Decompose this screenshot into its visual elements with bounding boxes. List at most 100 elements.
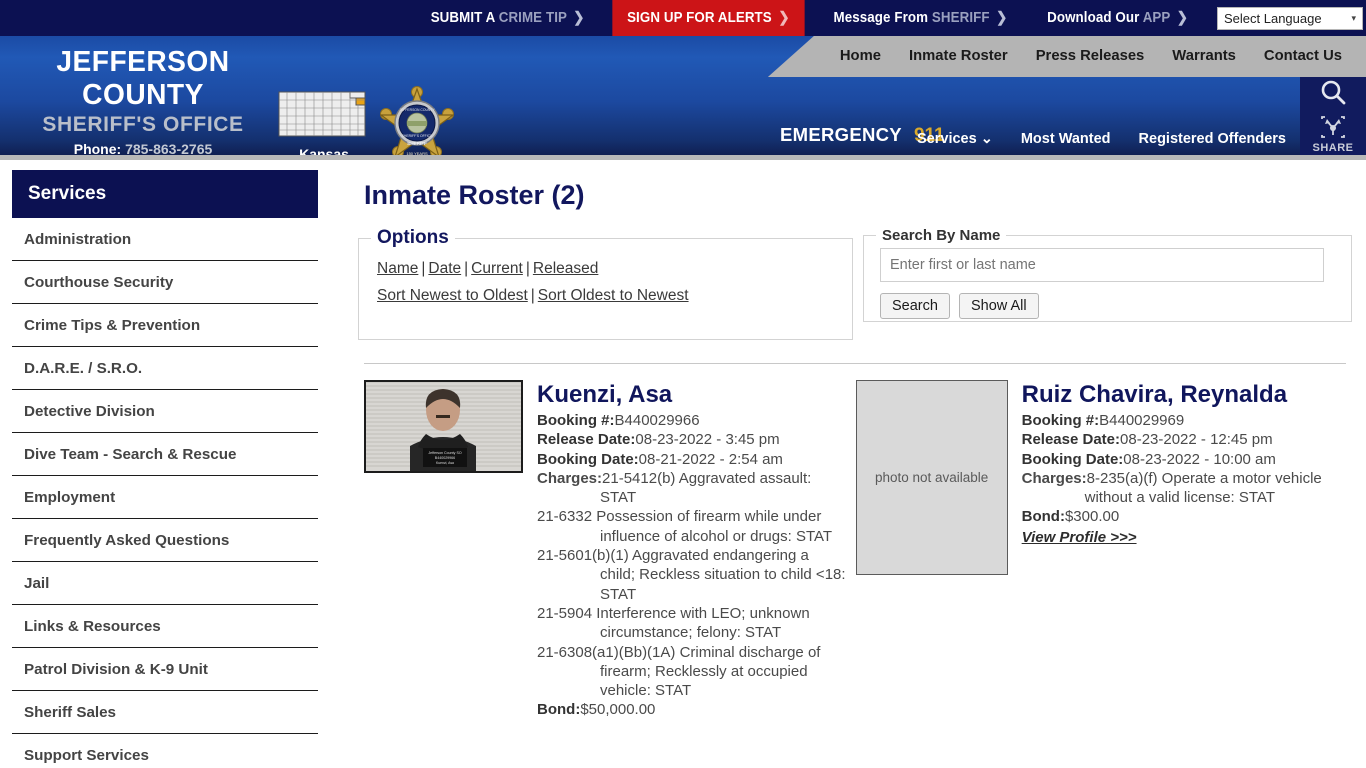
sidebar-item-detective-division[interactable]: Detective Division xyxy=(12,390,318,433)
inmate-charge: 21-5904 Interference with LEO; unknown c… xyxy=(537,604,846,643)
svg-text:B440029966: B440029966 xyxy=(435,456,455,460)
options-row-sorts: Sort Newest to Oldest | Sort Oldest to New… xyxy=(371,282,840,309)
sidebar-item-links-resources[interactable]: Links & Resources xyxy=(12,605,318,648)
sidebar-item-label: D.A.R.E. / S.R.O. xyxy=(24,360,143,377)
sidebar-item-jail[interactable]: Jail xyxy=(12,562,318,605)
nav-registered-offenders[interactable]: Registered Offenders xyxy=(1125,131,1300,147)
message-from-sheriff-link[interactable]: Message From SHERIFF ❯ xyxy=(822,0,1020,36)
show-all-button[interactable]: Show All xyxy=(958,293,1039,319)
content-divider xyxy=(364,363,1346,364)
svg-text:Kuenzi, Asa: Kuenzi, Asa xyxy=(436,461,454,465)
inmate-charges-label: Charges: xyxy=(537,469,603,487)
inmate-mugshot: Jefferson County SO B440029966 Kuenzi, Asa xyxy=(364,380,523,473)
inmate-booking-number-label: Booking #: xyxy=(1021,412,1100,429)
sidebar-item-dive-team[interactable]: Dive Team - Search & Rescue xyxy=(12,433,318,476)
options-legend: Options xyxy=(377,227,449,248)
language-select[interactable]: Select Language ▾ xyxy=(1217,6,1363,30)
search-input[interactable] xyxy=(880,248,1324,282)
inmate-details: Kuenzi, Asa Booking #:B440029966 Release D… xyxy=(537,380,846,720)
phone-label: Phone: xyxy=(73,141,122,155)
inmate-bond-value: $300.00 xyxy=(1064,508,1120,526)
sidebar-item-crime-tips-prevention[interactable]: Crime Tips & Prevention xyxy=(12,304,318,347)
nav-contact-us[interactable]: Contact Us xyxy=(1250,36,1356,77)
photo-not-available-label: photo not available xyxy=(874,470,989,485)
sidebar-item-courthouse-security[interactable]: Courthouse Security xyxy=(12,261,318,304)
sidebar: Services Administration Courthouse Securi… xyxy=(0,160,330,768)
share-label: SHARE xyxy=(1312,142,1354,154)
filter-panels: Options Name | Date | Current | Released Sort … xyxy=(358,227,1352,340)
chevron-down-icon: ▾ xyxy=(1351,12,1356,23)
chevron-right-icon: ❯ xyxy=(573,10,585,26)
page-body: Services Administration Courthouse Securi… xyxy=(0,160,1366,768)
sidebar-item-employment[interactable]: Employment xyxy=(12,476,318,519)
kansas-map-graphic: Kansas xyxy=(278,84,370,155)
sidebar-item-label: Administration xyxy=(24,231,132,248)
download-our-app-link[interactable]: Download Our APP ❯ xyxy=(1035,0,1200,36)
nav-home[interactable]: Home xyxy=(826,36,895,77)
photo-not-available-placeholder: photo not available xyxy=(855,380,1008,575)
sidebar-item-label: Sheriff Sales xyxy=(24,704,117,721)
emergency-label: EMERGENCY xyxy=(780,124,902,145)
sidebar-item-label: Support Services xyxy=(24,747,149,764)
sidebar-item-patrol-division[interactable]: Patrol Division & K-9 Unit xyxy=(12,648,318,691)
brand-line-county: JEFFERSON COUNTY xyxy=(56,46,230,111)
inmate-release-date-value: 08-23-2022 - 12:45 pm xyxy=(1120,431,1273,449)
inmate-roster-list: Jefferson County SO B440029966 Kuenzi, Asa… xyxy=(358,380,1352,720)
inmate-booking-date-value: 08-21-2022 - 2:54 am xyxy=(638,450,783,468)
link-dim-text: CRIME TIP xyxy=(498,10,571,26)
sidebar-item-support-services[interactable]: Support Services xyxy=(12,734,318,768)
sign-up-for-alerts-link[interactable]: SIGN UP FOR ALERTS ❯ xyxy=(612,0,805,36)
search-icon[interactable] xyxy=(1318,78,1348,113)
submit-crime-tip-link[interactable]: SUBMIT A CRIME TIP ❯ xyxy=(419,0,597,36)
top-utility-bar: SUBMIT A CRIME TIP ❯ SIGN UP FOR ALERTS … xyxy=(0,0,1366,36)
inmate-release-date-value: 08-23-2022 - 3:45 pm xyxy=(635,431,780,449)
sidebar-item-administration[interactable]: Administration xyxy=(12,218,318,261)
inmate-booking-date: Booking Date:08-21-2022 - 2:54 am xyxy=(537,450,846,469)
inmate-charge: 21-6332 Possession of firearm while unde… xyxy=(537,507,846,546)
kansas-map-label: Kansas xyxy=(299,146,349,155)
link-dim-text: APP xyxy=(1142,10,1174,26)
option-current[interactable]: Current xyxy=(471,260,523,277)
nav-inmate-roster[interactable]: Inmate Roster xyxy=(895,36,1022,77)
inmate-charge-text: 21-5601(b)(1) Aggravated endangering a c… xyxy=(537,547,846,603)
sidebar-item-faq[interactable]: Frequently Asked Questions xyxy=(12,519,318,562)
option-released[interactable]: Released xyxy=(533,260,599,277)
inmate-booking-number-value: B440029969 xyxy=(1099,412,1185,429)
sidebar-item-label: Frequently Asked Questions xyxy=(24,532,230,549)
share-icon[interactable] xyxy=(1318,115,1348,144)
link-dim-text: SHERIFF xyxy=(931,10,994,26)
option-sort-oldest-newest[interactable]: Sort Oldest to Newest xyxy=(538,287,689,304)
link-strong-text: SUBMIT A xyxy=(430,10,499,26)
options-row-filters: Name | Date | Current | Released xyxy=(371,255,840,282)
option-name[interactable]: Name xyxy=(377,260,418,277)
site-brand[interactable]: JEFFERSON COUNTY SHERIFF'S OFFICE Phone:… xyxy=(8,46,278,155)
sidebar-item-dare-sro[interactable]: D.A.R.E. / S.R.O. xyxy=(12,347,318,390)
inmate-booking-date: Booking Date:08-23-2022 - 10:00 am xyxy=(1022,450,1352,469)
phone-number: 785-863-2765 xyxy=(125,141,213,155)
nav-services[interactable]: Services ⌄ xyxy=(903,131,1007,147)
inmate-bond-label: Bond: xyxy=(537,701,581,719)
inmate-bond-value: $50,000.00 xyxy=(580,701,656,719)
view-profile-link[interactable]: View Profile >>> xyxy=(1022,529,1137,546)
inmate-charge: Charges:21-5412(b) Aggravated assault: S… xyxy=(537,469,846,508)
inmate-name: Ruiz Chavira, Reynalda xyxy=(1021,381,1288,408)
option-date[interactable]: Date xyxy=(428,260,461,277)
site-header: JEFFERSON COUNTY SHERIFF'S OFFICE Phone:… xyxy=(0,36,1366,155)
sidebar-item-sheriff-sales[interactable]: Sheriff Sales xyxy=(12,691,318,734)
primary-nav: Home Inmate Roster Press Releases Warran… xyxy=(767,36,1366,77)
inmate-booking-number: Booking #:B440029969 xyxy=(1022,411,1352,430)
inmate-release-date-label: Release Date: xyxy=(1021,431,1121,449)
search-button[interactable]: Search xyxy=(880,293,950,319)
nav-most-wanted[interactable]: Most Wanted xyxy=(1007,131,1125,147)
inmate-name: Kuenzi, Asa xyxy=(537,381,673,408)
nav-press-releases[interactable]: Press Releases xyxy=(1022,36,1159,77)
chevron-right-icon: ❯ xyxy=(778,10,790,26)
option-sort-newest-oldest[interactable]: Sort Newest to Oldest xyxy=(377,287,528,304)
inmate-charge-text: 21-5412(b) Aggravated assault: STAT xyxy=(600,469,812,507)
svg-text:SHERIFF: SHERIFF xyxy=(407,141,427,146)
option-separator: | xyxy=(530,287,535,304)
inmate-release-date: Release Date:08-23-2022 - 3:45 pm xyxy=(537,430,846,449)
inmate-release-date: Release Date:08-23-2022 - 12:45 pm xyxy=(1022,430,1352,449)
kansas-map-icon xyxy=(278,84,368,144)
nav-warrants[interactable]: Warrants xyxy=(1158,36,1250,77)
